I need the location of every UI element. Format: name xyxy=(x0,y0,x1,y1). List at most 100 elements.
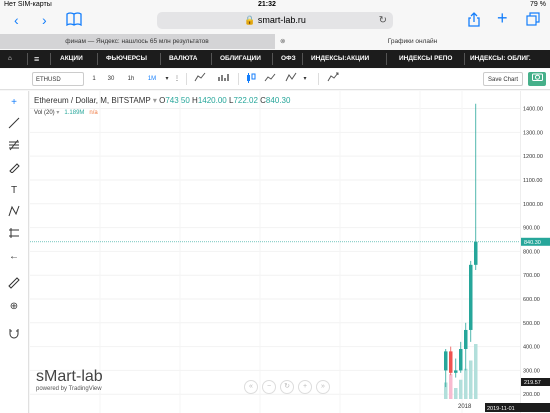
camera-icon[interactable] xyxy=(528,72,546,86)
price-axis-svg: 1400.00 1300.00 1200.00 1100.00 1000.00 900.0… xyxy=(485,107,550,412)
bookmarks-icon[interactable] xyxy=(66,12,82,29)
price-tick-label: 900.00 xyxy=(523,226,540,232)
interval-1m[interactable]: 1M xyxy=(144,72,160,86)
crosshair-icon[interactable]: + xyxy=(5,95,23,111)
scroll-right-icon[interactable]: » xyxy=(316,380,330,394)
fib-icon[interactable] xyxy=(5,139,23,155)
price-tick-label: 800.00 xyxy=(523,249,540,255)
templates-dropdown-icon[interactable]: ▾ xyxy=(301,72,309,86)
tabs-icon[interactable] xyxy=(526,12,540,29)
home-icon[interactable]: ⌂ xyxy=(8,50,12,68)
menu-item-ofz[interactable]: ОФЗ xyxy=(281,50,296,68)
volume-bar xyxy=(459,379,463,399)
price-tick-label: 1100.00 xyxy=(523,178,542,184)
candle-body xyxy=(464,329,468,349)
reload-icon[interactable]: ↻ xyxy=(379,12,387,29)
tab-label: Графики онлайн xyxy=(387,38,438,45)
volume-bar xyxy=(449,374,453,399)
new-tab-icon[interactable]: + xyxy=(497,8,508,29)
share-icon[interactable] xyxy=(468,12,480,30)
menu-item-index-bonds[interactable]: ИНДЕКСЫ: ОБЛИГ. xyxy=(470,50,531,68)
candle-body xyxy=(444,351,448,371)
volume-bar xyxy=(454,388,458,399)
address-bar[interactable]: 🔒 smart-lab.ru ↻ xyxy=(157,12,393,29)
x-tick-2018: 2018 xyxy=(458,404,472,410)
volume-bar xyxy=(469,360,473,399)
templates-icon[interactable] xyxy=(284,72,298,86)
save-chart-button[interactable]: Save Chart xyxy=(483,72,523,86)
carrier-label: Нет SIM-карты xyxy=(4,1,52,8)
status-bar: Нет SIM-карты 21:32 79 % xyxy=(0,0,550,10)
interval-30[interactable]: 30 xyxy=(104,72,118,86)
price-tick-label: 1300.00 xyxy=(523,130,543,136)
price-chart[interactable] xyxy=(30,91,520,413)
price-axis[interactable]: 1400.00 1300.00 1200.00 1100.00 1000.00 900.0… xyxy=(485,91,550,413)
date-label: 2019-11-01 xyxy=(487,406,515,412)
menu-item-index-stocks[interactable]: ИНДЕКСЫ:АКЦИИ xyxy=(311,50,369,68)
indicators-icon[interactable] xyxy=(216,72,232,86)
close-icon[interactable]: ⊗ xyxy=(280,34,285,49)
hamburger-icon[interactable]: ≡ xyxy=(34,50,39,68)
candle-body xyxy=(459,349,463,371)
more-icon[interactable]: ⋮ xyxy=(173,72,181,86)
price-tick-label: 600.00 xyxy=(523,297,540,303)
back-icon[interactable]: ‹ xyxy=(14,12,19,28)
magnet-icon[interactable] xyxy=(5,327,23,343)
scroll-left-icon[interactable]: « xyxy=(244,380,258,394)
tab-label: финам — Яндекс: нашлось 65 млн результат… xyxy=(65,38,209,45)
low-price-label: 219.57 xyxy=(524,380,541,386)
site-menu: ⌂ ≡ АКЦИИ ФЬЮЧЕРСЫ ВАЛЮТА ОБЛИГАЦИИ ОФЗ … xyxy=(0,50,550,68)
candle-body xyxy=(449,351,453,373)
ruler-icon[interactable] xyxy=(5,277,23,293)
price-tick-label: 1400.00 xyxy=(523,107,543,113)
price-tick-label: 1000.00 xyxy=(523,202,543,208)
candle-body xyxy=(474,241,478,265)
zoom-icon[interactable]: ⊕ xyxy=(5,299,23,315)
lock-icon: 🔒 xyxy=(244,15,256,25)
browser-tabs: финам — Яндекс: нашлось 65 млн результат… xyxy=(0,34,550,49)
volume-bar xyxy=(474,344,478,399)
dropdown-icon[interactable]: ▾ xyxy=(163,72,171,86)
battery-label: 79 % xyxy=(530,1,546,8)
watermark-brand: sMart-lab xyxy=(36,368,103,385)
volume-bar xyxy=(464,368,468,399)
pattern-icon[interactable] xyxy=(5,205,23,221)
zoom-in-icon[interactable]: + xyxy=(298,380,312,394)
candle-body xyxy=(469,264,473,330)
reset-icon[interactable]: ↻ xyxy=(280,380,294,394)
menu-item-futures[interactable]: ФЬЮЧЕРСЫ xyxy=(106,50,147,68)
price-tick-label: 700.00 xyxy=(523,273,540,279)
menu-item-bonds[interactable]: ОБЛИГАЦИИ xyxy=(220,50,261,68)
compare-icon[interactable] xyxy=(192,72,208,86)
area-chart-icon[interactable] xyxy=(262,72,278,86)
tab-yandex[interactable]: финам — Яндекс: нашлось 65 млн результат… xyxy=(0,34,274,49)
menu-item-index-repo[interactable]: ИНДЕКСЫ РЕПО xyxy=(399,50,452,68)
menu-item-stocks[interactable]: АКЦИИ xyxy=(60,50,83,68)
interval-1[interactable]: 1 xyxy=(88,72,100,86)
watermark-powered: powered by TradingView xyxy=(36,386,102,392)
menu-item-currency[interactable]: ВАЛЮТА xyxy=(169,50,198,68)
zoom-out-icon[interactable]: − xyxy=(262,380,276,394)
watermark: sMart-lab powered by TradingView xyxy=(36,368,103,392)
interval-1h[interactable]: 1h xyxy=(124,72,138,86)
price-tick-label: 200.00 xyxy=(523,392,540,398)
symbol-input[interactable]: ETHUSD xyxy=(32,72,84,86)
trend-line-icon[interactable] xyxy=(5,117,23,133)
chart-pane[interactable]: Ethereum / Dollar, M, BITSTAMP ▾ O743.50… xyxy=(30,91,520,413)
tab-charts[interactable]: ⊗ Графики онлайн xyxy=(275,34,550,49)
last-price-label: 840.30 xyxy=(524,240,541,246)
candle-body xyxy=(454,370,458,373)
arrow-left-icon[interactable]: ← xyxy=(5,249,23,265)
prediction-icon[interactable] xyxy=(5,227,23,243)
forward-icon[interactable]: › xyxy=(42,12,47,28)
url-text: smart-lab.ru xyxy=(257,15,306,25)
text-icon[interactable]: T xyxy=(5,183,23,199)
price-tick-label: 400.00 xyxy=(523,345,540,351)
alert-icon[interactable] xyxy=(325,72,341,86)
clock: 21:32 xyxy=(258,1,276,8)
price-tick-label: 500.00 xyxy=(523,321,540,327)
price-tick-label: 1200.00 xyxy=(523,154,543,160)
candles-icon[interactable] xyxy=(244,72,258,86)
drawing-toolbar: + T ← ⊕ xyxy=(0,91,29,413)
brush-icon[interactable] xyxy=(5,161,23,177)
